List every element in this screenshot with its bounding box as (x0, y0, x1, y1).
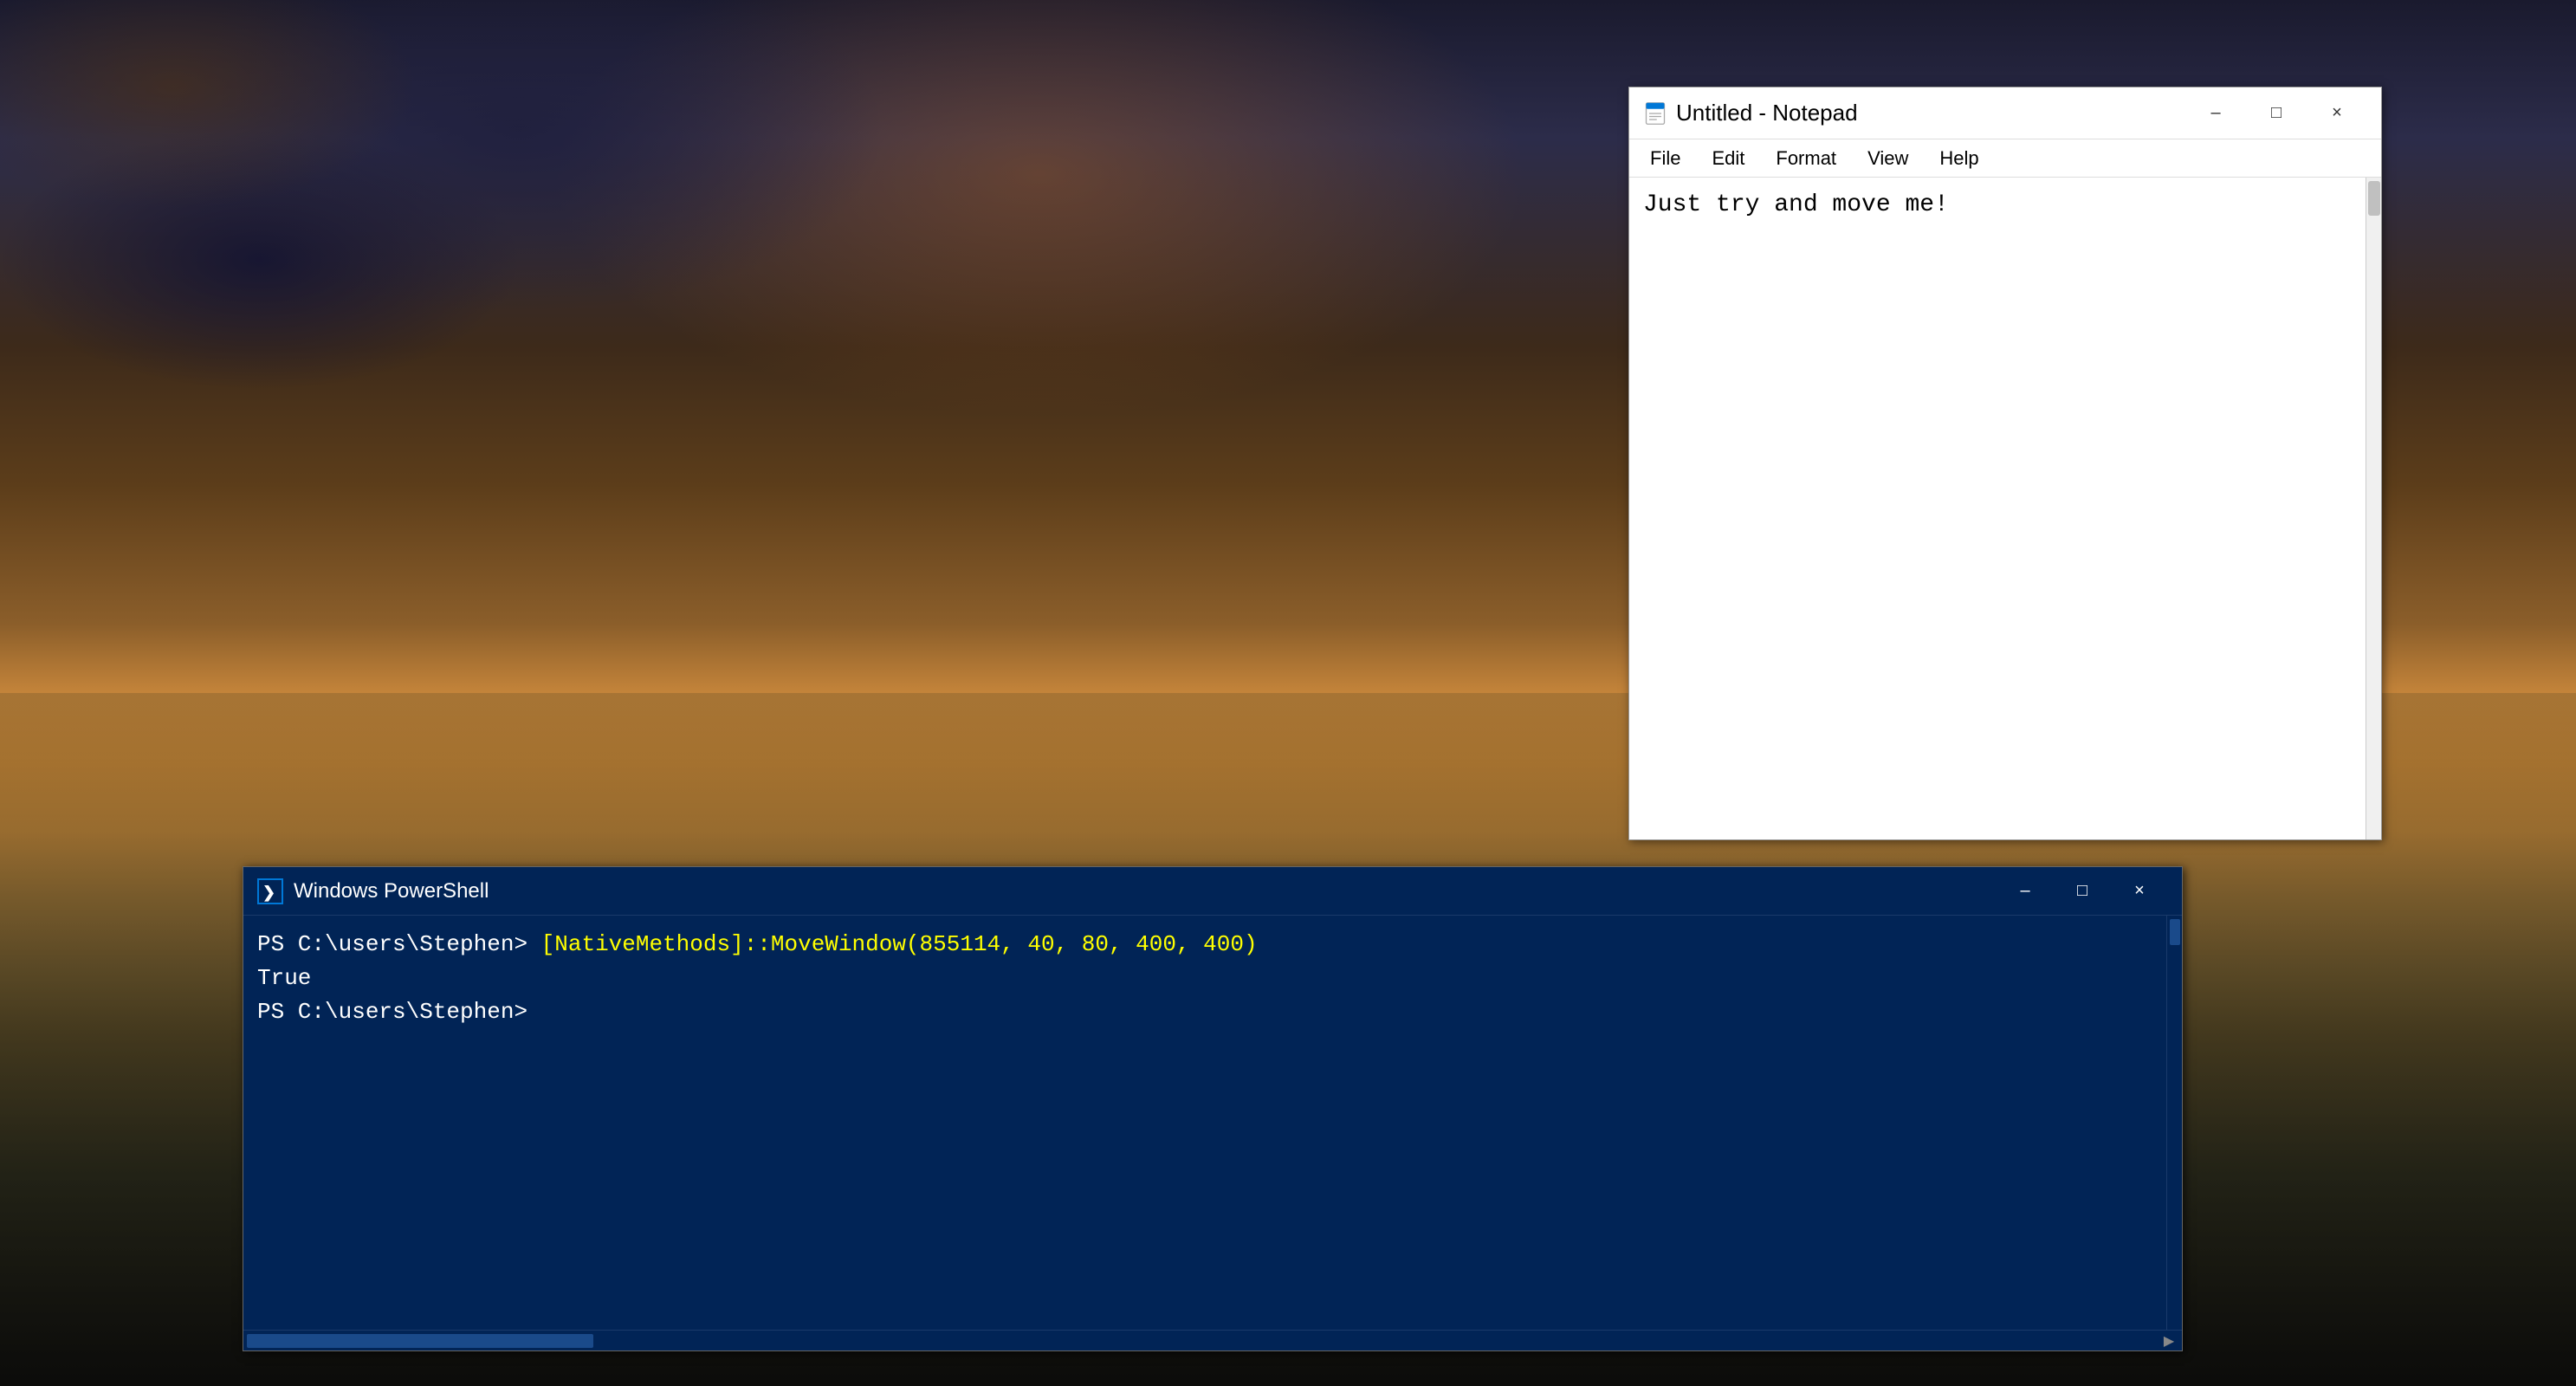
notepad-window: Untitled - Notepad – □ × File Edit Forma… (1628, 87, 2382, 840)
notepad-scroll-thumb (2368, 181, 2380, 216)
powershell-titlebar: ❯ Windows PowerShell – □ × (243, 867, 2182, 916)
ps-prompt-1: PS C:\users\Stephen> (257, 931, 541, 957)
powershell-scrollbar-horizontal-container: ▶ (243, 1330, 2182, 1350)
powershell-app-icon: ❯ (257, 878, 283, 904)
powershell-window-controls: – □ × (1997, 871, 2168, 911)
notepad-scrollbar[interactable] (2366, 178, 2381, 839)
powershell-window: ❯ Windows PowerShell – □ × PS C:\users\S… (243, 866, 2183, 1351)
notepad-menu-format[interactable]: Format (1762, 142, 1850, 175)
notepad-maximize-button[interactable]: □ (2246, 92, 2307, 135)
notepad-app-icon (1643, 101, 1667, 126)
notepad-textarea[interactable]: Just try and move me! (1629, 178, 2366, 839)
notepad-title-left: Untitled - Notepad (1643, 100, 1858, 126)
powershell-terminal[interactable]: PS C:\users\Stephen> [NativeMethods]::Mo… (243, 916, 2166, 1330)
ps-line-3: PS C:\users\Stephen> (257, 995, 2152, 1029)
powershell-content: PS C:\users\Stephen> [NativeMethods]::Mo… (243, 916, 2182, 1330)
powershell-scroll-right-arrow[interactable]: ▶ (2156, 1332, 2182, 1350)
powershell-close-button[interactable]: × (2111, 871, 2168, 911)
powershell-title-text: Windows PowerShell (294, 879, 489, 903)
powershell-maximize-button[interactable]: □ (2054, 871, 2111, 911)
notepad-menu-edit[interactable]: Edit (1698, 142, 1758, 175)
notepad-menu-view[interactable]: View (1854, 142, 1922, 175)
powershell-scrollbar-horizontal[interactable] (243, 1331, 2156, 1350)
notepad-close-button[interactable]: × (2307, 92, 2367, 135)
powershell-scroll-h-thumb (247, 1334, 593, 1348)
powershell-scroll-v-thumb (2170, 919, 2180, 945)
notepad-title-text: Untitled - Notepad (1676, 100, 1858, 126)
svg-text:❯: ❯ (262, 884, 275, 902)
powershell-minimize-button[interactable]: – (1997, 871, 2054, 911)
notepad-menubar: File Edit Format View Help (1629, 139, 2381, 178)
ps-line-2: True (257, 962, 2152, 995)
powershell-scrollbar-vertical[interactable] (2166, 916, 2182, 1330)
notepad-window-controls: – □ × (2185, 92, 2367, 135)
notepad-minimize-button[interactable]: – (2185, 92, 2246, 135)
notepad-titlebar: Untitled - Notepad – □ × (1629, 87, 2381, 139)
ps-command-1: [NativeMethods]::MoveWindow(855114, 40, … (541, 931, 1258, 957)
powershell-title-left: ❯ Windows PowerShell (257, 878, 489, 904)
ps-line-1: PS C:\users\Stephen> [NativeMethods]::Mo… (257, 928, 2152, 962)
notepad-menu-help[interactable]: Help (1926, 142, 1992, 175)
notepad-menu-file[interactable]: File (1636, 142, 1694, 175)
notepad-content-area: Just try and move me! (1629, 178, 2381, 839)
